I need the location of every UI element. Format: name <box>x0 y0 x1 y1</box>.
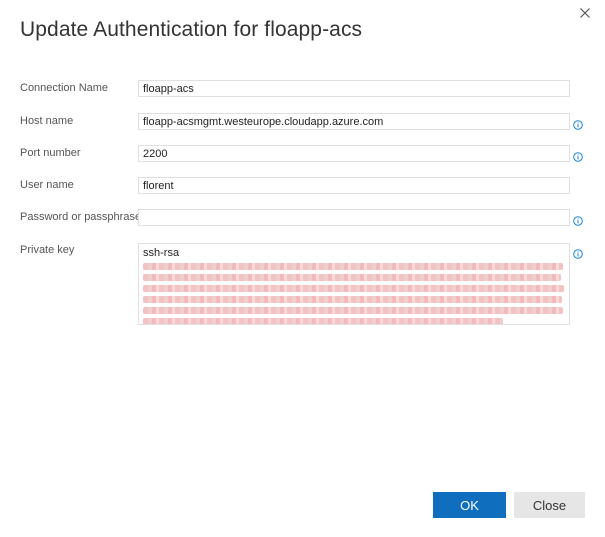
host-name-label: Host name <box>20 115 74 127</box>
password-input[interactable] <box>138 209 570 226</box>
redacted-key-line <box>143 318 503 324</box>
info-icon[interactable] <box>573 213 583 226</box>
update-authentication-dialog: Update Authentication for floapp-acs Con… <box>0 0 605 537</box>
port-number-input[interactable]: 2200 <box>138 145 570 162</box>
port-number-label: Port number <box>20 147 81 159</box>
connection-name-label: Connection Name <box>20 82 109 94</box>
redacted-key-line <box>143 307 563 314</box>
redacted-key-line <box>143 296 562 303</box>
info-icon[interactable] <box>573 149 583 162</box>
dialog-title: Update Authentication for floapp-acs <box>20 18 363 41</box>
info-icon[interactable] <box>573 117 583 130</box>
host-name-input[interactable]: floapp-acsmgmt.westeurope.cloudapp.azure… <box>138 113 570 130</box>
password-label: Password or passphrase <box>20 211 142 223</box>
user-name-label: User name <box>20 179 74 191</box>
info-icon[interactable] <box>573 246 583 259</box>
private-key-textarea[interactable]: ssh-rsa <box>138 243 570 325</box>
redacted-key-line <box>143 263 563 270</box>
user-name-input[interactable]: florent <box>138 177 570 194</box>
private-key-label: Private key <box>20 244 75 256</box>
redacted-key-line <box>143 285 564 292</box>
close-button[interactable]: Close <box>514 492 585 518</box>
redacted-key-line <box>143 274 561 281</box>
private-key-prefix: ssh-rsa <box>143 247 180 259</box>
ok-button[interactable]: OK <box>433 492 506 518</box>
close-icon[interactable] <box>577 5 593 21</box>
connection-name-input[interactable]: floapp-acs <box>138 80 570 97</box>
